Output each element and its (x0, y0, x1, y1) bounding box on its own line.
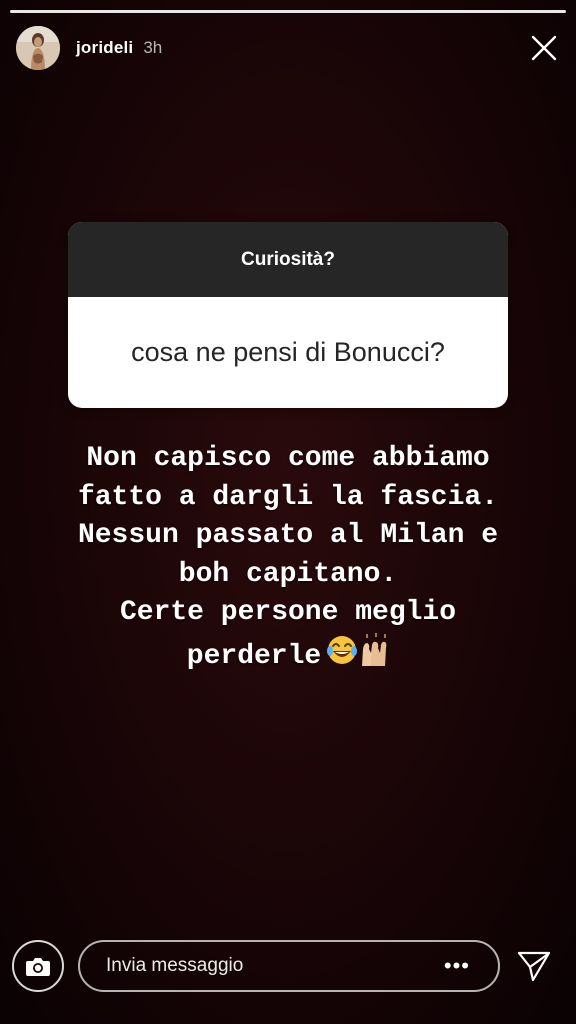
camera-button[interactable] (12, 940, 64, 992)
answer-line: Non capisco come abbiamo (86, 443, 490, 474)
avatar-image (16, 26, 60, 70)
message-input[interactable]: Invia messaggio ••• (78, 940, 500, 992)
answer-line: perderle (186, 640, 322, 672)
laughing-raised-hands-emoji-icon (327, 632, 387, 666)
message-input-placeholder: Invia messaggio (106, 955, 244, 976)
question-sticker-text: cosa ne pensi di Bonucci? (131, 337, 445, 367)
send-icon (517, 951, 551, 982)
story-viewer: jorideli 3h Curiosità? cosa ne pensi di … (0, 0, 576, 1024)
post-time: 3h (143, 38, 163, 57)
close-icon (531, 35, 557, 61)
answer-line: Certe persone meglio (119, 597, 457, 628)
emoji-group: 😂🙌🏼 (327, 632, 389, 681)
story-progress-fill (10, 10, 566, 13)
question-sticker-title: Curiosità? (68, 222, 508, 297)
answer-line: Nessun passato al Milan e (77, 520, 499, 551)
answer-line: fatto a dargli la fascia. (77, 481, 499, 513)
avatar[interactable] (16, 26, 60, 70)
story-progress-bar (10, 10, 566, 13)
answer-last-line: perderle😂🙌🏼 (20, 632, 556, 681)
close-button[interactable] (528, 32, 560, 64)
reply-bar: Invia messaggio ••• (0, 934, 576, 1024)
send-button[interactable] (516, 948, 552, 984)
story-header: jorideli 3h (16, 24, 560, 72)
more-options-button[interactable]: ••• (444, 955, 470, 977)
question-sticker: Curiosità? cosa ne pensi di Bonucci? (68, 222, 508, 408)
camera-icon (26, 958, 50, 976)
answer-text: Non capisco come abbiamo fatto a dargli … (20, 440, 556, 680)
username[interactable]: jorideli (76, 38, 133, 58)
answer-line: boh capitano. (178, 558, 398, 590)
